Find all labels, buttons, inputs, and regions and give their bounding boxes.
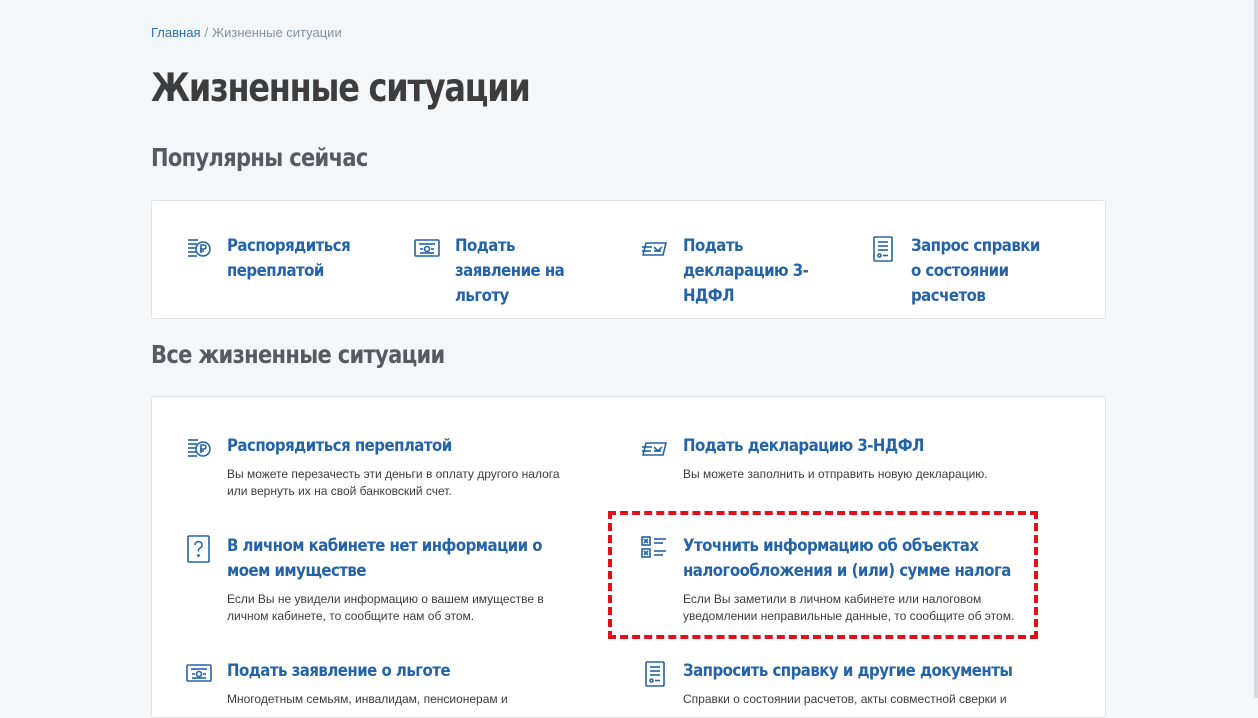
breadcrumb-home-link[interactable]: Главная — [151, 25, 200, 40]
situation-title: Подать заявление о льготе — [227, 661, 451, 681]
situation-description: Вы можете заполнить и отправить новую де… — [683, 467, 988, 481]
breadcrumb: Главная / Жизненные ситуации — [151, 25, 342, 40]
situation-request-documents[interactable]: Запросить справку и другие документы Спр… — [641, 659, 1083, 708]
banknotes-icon — [641, 435, 669, 463]
document-list-icon — [641, 660, 669, 688]
popular-item-label: Подать заявление на льготу — [455, 236, 565, 306]
breadcrumb-separator: / — [204, 25, 209, 40]
document-list-icon — [869, 235, 897, 263]
popular-section-title: Популярны сейчас — [151, 143, 368, 172]
popular-item-benefit[interactable]: Подать заявление на льготу — [413, 234, 615, 309]
situation-missing-property[interactable]: В личном кабинете нет информации о моем … — [185, 534, 627, 625]
situation-title: Подать декларацию 3-НДФЛ — [683, 436, 924, 456]
popular-item-label: Запрос справки о состоянии расчетов — [911, 236, 1040, 306]
popular-item-label: Распорядиться переплатой — [227, 236, 351, 281]
question-icon — [185, 535, 213, 563]
popular-item-label: Подать декларацию 3-НДФЛ — [683, 236, 809, 306]
popular-item-declaration[interactable]: Подать декларацию 3-НДФЛ — [641, 234, 843, 309]
situation-title: Распорядиться переплатой — [227, 436, 452, 456]
page-title: Жизненные ситуации — [151, 66, 531, 111]
all-section-title: Все жизненные ситуации — [151, 340, 445, 369]
breadcrumb-current: Жизненные ситуации — [212, 25, 342, 40]
situation-description: Вы можете перезачесть эти деньги в оплат… — [227, 467, 560, 498]
situation-description: Если Вы не увидели информацию о вашем им… — [227, 592, 544, 623]
situation-declaration[interactable]: Подать декларацию 3-НДФЛ Вы можете запол… — [641, 434, 1083, 483]
situation-benefit-application[interactable]: Подать заявление о льготе Многодетным се… — [185, 659, 627, 708]
popular-item-overpayment[interactable]: Распорядиться переплатой — [185, 234, 387, 284]
popular-card: Распорядиться переплатой Подать заявлени… — [151, 200, 1106, 319]
window-edge — [1254, 0, 1258, 698]
certificate-icon — [185, 660, 213, 688]
situation-title: В личном кабинете нет информации о моем … — [227, 536, 543, 581]
highlight-annotation-box — [608, 511, 1038, 639]
situation-description: Многодетным семьям, инвалидам, пенсионер… — [227, 692, 508, 706]
situation-title: Запросить справку и другие документы — [683, 661, 1013, 681]
situation-overpayment[interactable]: Распорядиться переплатой Вы можете перез… — [185, 434, 627, 500]
banknotes-icon — [641, 235, 669, 263]
popular-item-certificate-request[interactable]: Запрос справки о состоянии расчетов — [869, 234, 1071, 309]
certificate-icon — [413, 235, 441, 263]
coins-ruble-icon — [185, 235, 213, 263]
situation-description: Справки о состоянии расчетов, акты совме… — [683, 692, 1007, 706]
coins-ruble-icon — [185, 435, 213, 463]
